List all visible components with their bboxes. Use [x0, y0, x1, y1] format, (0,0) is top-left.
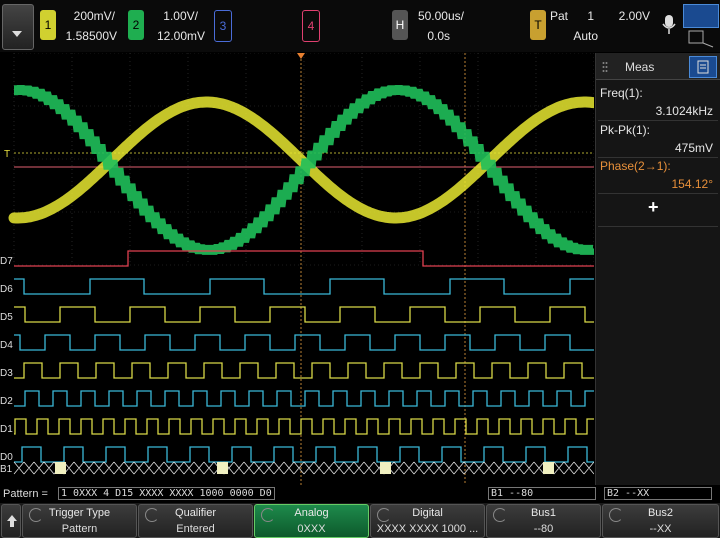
trigger-level-label: T: [4, 149, 10, 160]
channel3-chip[interactable]: 3: [214, 10, 232, 42]
pattern-value: 1 0XXX 4 D15 XXXX XXXX 1000 0000 D0: [58, 487, 275, 500]
microphone-icon[interactable]: [662, 14, 676, 34]
softkey-qualifier[interactable]: Qualifier Entered: [138, 504, 253, 538]
softkey-analog[interactable]: Analog 0XXX: [254, 504, 369, 538]
softkey-digital[interactable]: Digital XXXX XXXX 1000 ...: [370, 504, 485, 538]
softkey-bar: Trigger Type Pattern Qualifier Entered Ana…: [0, 503, 720, 538]
digital-channel-label: D4: [0, 340, 13, 351]
softkey-bus1[interactable]: Bus1 --80: [486, 504, 601, 538]
menu-button[interactable]: [2, 4, 34, 50]
trigger-position-marker: [297, 53, 305, 59]
drag-handle-icon[interactable]: [602, 60, 608, 78]
pattern-label: Pattern =: [3, 488, 48, 500]
meas-freq-label: Freq(1):: [600, 86, 643, 100]
channel2-chip[interactable]: 2: [128, 10, 144, 40]
channel2-scale: 1.00V/: [163, 9, 198, 23]
list-view-icon[interactable]: [689, 56, 717, 78]
digital-trace: [14, 306, 594, 323]
channel4-chip[interactable]: 4: [302, 10, 320, 42]
digital-trace: [14, 446, 594, 463]
digital-channel-label: D6: [0, 284, 13, 295]
waveform-canvas[interactable]: T D7 D6 D5 D4 D3 D2 D1 D0B1: [0, 52, 600, 485]
channel1-scale: 200mV/: [73, 9, 115, 23]
bus-match-marker: [543, 462, 554, 474]
pattern-status-row: Pattern = 1 0XXX 4 D15 XXXX XXXX 1000 00…: [0, 486, 720, 502]
bus1-trace: [13, 461, 595, 475]
digital-channel-label: D3: [0, 368, 13, 379]
trigger-type: Pat: [550, 9, 569, 23]
zoom-box-icon[interactable]: [683, 28, 717, 48]
digital-trace: [14, 362, 594, 379]
back-button[interactable]: [1, 504, 21, 538]
bus2-pattern: B2 --XX: [604, 487, 712, 500]
channel1-chip[interactable]: 1: [40, 10, 56, 40]
horizontal-scale: 50.00us/: [417, 9, 464, 23]
softkey-trigger-type[interactable]: Trigger Type Pattern: [22, 504, 137, 538]
horizontal-delay: 0.0s: [427, 29, 450, 43]
measurements-panel: Meas Freq(1): 3.1024kHz Pk-Pk(1): 475mV …: [595, 53, 720, 485]
trigger-mode: Auto: [573, 29, 598, 43]
digital-channel-label: D7: [0, 256, 13, 267]
digital-trace: [14, 278, 594, 295]
meas-freq-value: 3.1024kHz: [655, 104, 713, 118]
up-arrow-icon: [7, 515, 17, 530]
digital-channel-label: D5: [0, 312, 13, 323]
chevron-down-icon: [12, 31, 22, 37]
bus-match-marker: [217, 462, 228, 474]
channel1-offset: 1.58500V: [65, 29, 117, 43]
meas-title: Meas: [625, 60, 655, 74]
channel2-offset: 12.00mV: [156, 29, 205, 43]
bus-match-marker: [380, 462, 391, 474]
trigger-chip[interactable]: T: [530, 10, 546, 40]
bus-match-marker: [55, 462, 66, 474]
meas-phase-value: 154.12°: [671, 177, 713, 191]
digital-trace: [14, 418, 594, 435]
digital-channel-label: D1: [0, 424, 13, 435]
digital-channel-label: D0: [0, 452, 13, 463]
waveform-display[interactable]: T D7 D6 D5 D4 D3 D2 D1 D0 B1: [0, 52, 600, 485]
meas-pkpk-label: Pk-Pk(1):: [600, 123, 651, 137]
digital-trace: [14, 334, 594, 351]
softkey-bus2[interactable]: Bus2 --XX: [602, 504, 719, 538]
touch-select-icon[interactable]: [683, 4, 719, 28]
trigger-source: 1: [587, 9, 594, 23]
horizontal-chip[interactable]: H: [392, 10, 408, 40]
top-status-bar: 1 200mV/ 1.58500V 2 1.00V/ 12.00mV 3 4 H…: [0, 0, 720, 52]
digital-trace: [14, 390, 594, 407]
meas-pkpk-value: 475mV: [674, 141, 713, 155]
add-measurement-button[interactable]: +: [648, 197, 659, 218]
meas-phase-label: Phase(2→1):: [600, 159, 671, 173]
trigger-level: 2.00V: [618, 9, 650, 23]
digital-channel-label: D2: [0, 396, 13, 407]
bus1-pattern: B1 --80: [488, 487, 596, 500]
bus-label: B1: [0, 464, 13, 475]
